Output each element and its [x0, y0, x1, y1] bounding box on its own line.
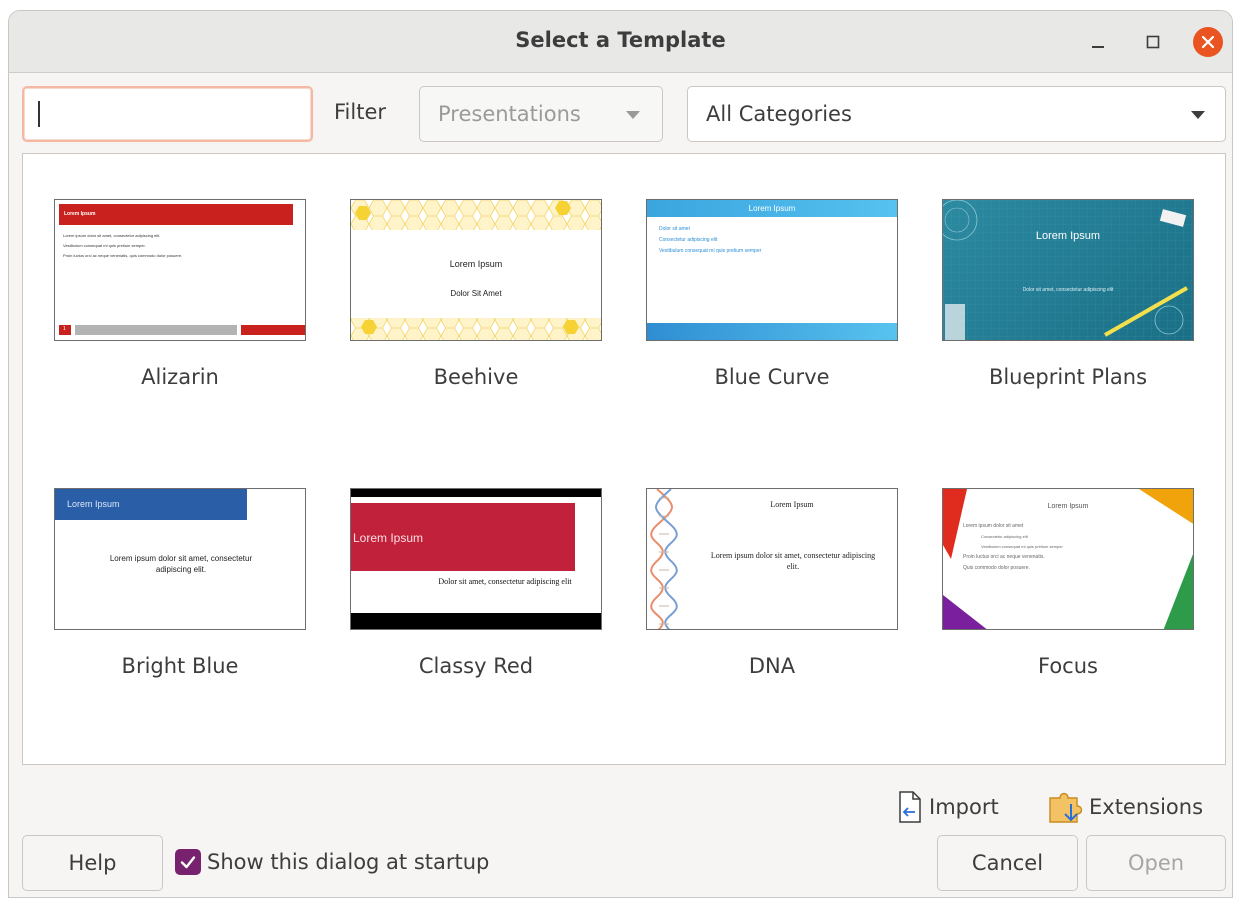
blueprint-grid [943, 200, 1193, 340]
extensions-button[interactable]: Extensions [1047, 789, 1203, 825]
preview-title: Lorem Ipsum [1047, 503, 1089, 510]
open-button[interactable]: Open [1086, 835, 1226, 891]
search-input[interactable] [22, 86, 313, 142]
template-name: Bright Blue [121, 654, 239, 678]
preview-body: Lorem ipsum dolor sit amet, consectetur … [109, 554, 253, 574]
preview-body: Dolor sit amet, consectetur adipiscing e… [438, 577, 572, 586]
dna-helix-graphic [650, 489, 678, 629]
honeycomb-pattern [351, 200, 601, 340]
help-button[interactable]: Help [22, 835, 163, 891]
preview-line: Proin luctus orci ac neque venenatis, qu… [63, 253, 183, 258]
preview-title: Lorem Ipsum [64, 211, 96, 217]
text-cursor [38, 101, 40, 127]
import-label: Import [929, 795, 999, 819]
template-name: Focus [1038, 654, 1098, 678]
preview-page-number: 1 [63, 326, 66, 332]
template-thumbnail: Lorem Ipsum Dolor sit amet, consectetur … [350, 488, 602, 630]
minimize-button[interactable] [1083, 27, 1113, 57]
preview-title: Lorem Ipsum [748, 204, 796, 213]
filter-label: Filter [334, 100, 387, 124]
template-item-focus[interactable]: Lorem Ipsum Lorem ipsum dolor sit amet C… [942, 488, 1194, 678]
maximize-button[interactable] [1138, 27, 1168, 57]
template-thumbnail: Lorem Ipsum Dolor sit amet Consectetur a… [646, 199, 898, 341]
preview-bullet: Lorem ipsum dolor sit amet [963, 523, 1024, 529]
checkmark-icon [180, 856, 196, 869]
template-thumbnail: Lorem Ipsum Dolor sit amet, consectetur … [942, 199, 1194, 341]
template-thumbnail: Lorem Ipsum Lorem ipsum dolor sit amet, … [646, 488, 898, 630]
template-name: Blueprint Plans [988, 365, 1148, 389]
category-filter-value: All Categories [706, 102, 852, 126]
template-name: Alizarin [141, 365, 219, 389]
show-at-startup-label: Show this dialog at startup [207, 850, 490, 874]
preview-bullet: Proin luctus orci ac neque venenatis. [963, 554, 1045, 560]
template-thumbnail: Lorem Ipsum Lorem ipsum dolor sit amet, … [54, 199, 306, 341]
preview-title: Lorem Ipsum [67, 499, 120, 509]
template-name: Beehive [433, 365, 519, 389]
maximize-icon [1146, 35, 1160, 49]
close-button[interactable] [1193, 27, 1223, 57]
preview-line: Vestibulum consequat mi quis pretium sem… [63, 243, 146, 248]
template-name: Classy Red [418, 654, 534, 678]
title-bar: Select a Template [9, 11, 1232, 73]
preview-title: Lorem Ipsum [770, 500, 814, 509]
minimize-icon [1092, 46, 1104, 48]
close-icon [1201, 35, 1215, 49]
template-gallery[interactable]: Lorem Ipsum Lorem ipsum dolor sit amet, … [22, 153, 1226, 765]
template-item-blue-curve[interactable]: Lorem Ipsum Dolor sit amet Consectetur a… [646, 199, 898, 389]
template-item-blueprint-plans[interactable]: Lorem Ipsum Dolor sit amet, consectetur … [942, 199, 1194, 389]
template-dialog: Select a Template Filter Presentations A… [8, 10, 1233, 898]
import-button[interactable]: Import [895, 789, 999, 825]
preview-bullet: Vestibulum consequat mi quis pretium sem… [981, 544, 1063, 549]
preview-bullet: Consectetur adipiscing elit [981, 534, 1028, 539]
extensions-label: Extensions [1089, 795, 1204, 819]
template-thumbnail: Lorem Ipsum Lorem ipsum dolor sit amet C… [942, 488, 1194, 630]
chevron-down-icon [626, 111, 640, 119]
show-at-startup-checkbox[interactable]: Show this dialog at startup [175, 849, 489, 875]
template-thumbnail: Lorem Ipsum Lorem ipsum dolor sit amet, … [54, 488, 306, 630]
preview-line: Lorem ipsum dolor sit amet, consectetur … [63, 233, 161, 238]
checkbox-box[interactable] [175, 849, 201, 875]
extensions-icon [1049, 792, 1083, 823]
preview-bullet: Dolor sit amet [659, 226, 690, 232]
preview-subtitle: Dolor sit amet, consectetur adipiscing e… [1022, 287, 1114, 293]
template-item-beehive[interactable]: Lorem Ipsum Dolor Sit Amet Beehive [350, 199, 602, 389]
template-item-classy-red[interactable]: Lorem Ipsum Dolor sit amet, consectetur … [350, 488, 602, 678]
import-icon [899, 791, 921, 823]
category-filter-select[interactable]: All Categories [687, 86, 1226, 142]
chevron-down-icon [1191, 111, 1205, 119]
cancel-button[interactable]: Cancel [937, 835, 1078, 891]
preview-bullet: Consectetur adipiscing elit [659, 237, 718, 243]
template-item-dna[interactable]: Lorem Ipsum Lorem ipsum dolor sit amet, … [646, 488, 898, 678]
preview-bullet: Vestibulum consequat mi quis pretium sem… [659, 248, 762, 254]
preview-title: Lorem Ipsum [449, 259, 503, 269]
template-thumbnail: Lorem Ipsum Dolor Sit Amet [350, 199, 602, 341]
preview-subtitle: Dolor Sit Amet [450, 289, 502, 298]
preview-title: Lorem Ipsum [1035, 230, 1101, 242]
application-filter-value: Presentations [438, 102, 581, 126]
preview-title: Lorem Ipsum [353, 531, 424, 545]
application-filter-select[interactable]: Presentations [419, 86, 663, 142]
dialog-title: Select a Template [515, 28, 726, 52]
preview-bullet: Quis commodo dolor posuere. [963, 565, 1030, 571]
template-item-bright-blue[interactable]: Lorem Ipsum Lorem ipsum dolor sit amet, … [54, 488, 306, 678]
template-name: Blue Curve [714, 365, 830, 389]
template-name: DNA [748, 654, 796, 678]
preview-body: Lorem ipsum dolor sit amet, consectetur … [710, 551, 876, 571]
template-item-alizarin[interactable]: Lorem Ipsum Lorem ipsum dolor sit amet, … [54, 199, 306, 389]
